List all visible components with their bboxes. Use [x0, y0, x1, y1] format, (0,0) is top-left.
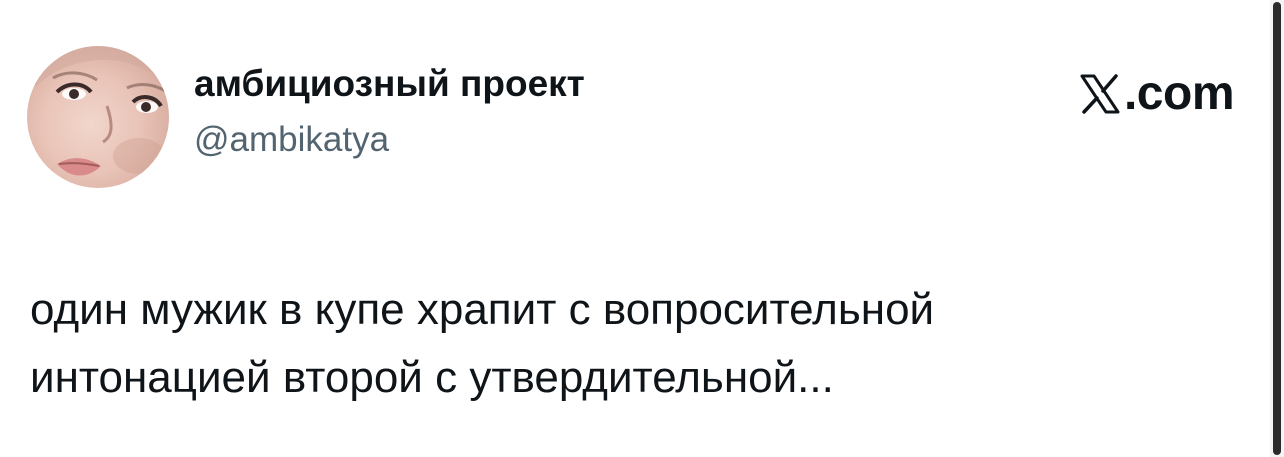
user-avatar-photo [27, 46, 169, 176]
tweet-card: амбициозный проект @ambikatya .com один … [0, 0, 1284, 457]
scrollbar[interactable] [1270, 0, 1284, 457]
avatar[interactable] [27, 46, 169, 188]
brand-domain: .com [1123, 67, 1235, 120]
brand-logo: .com [1078, 66, 1235, 122]
x-logo-icon [1080, 74, 1120, 114]
tweet-author: амбициозный проект @ambikatya [194, 62, 585, 160]
scrollbar-thumb[interactable] [1273, 2, 1281, 455]
display-name[interactable]: амбициозный проект [194, 62, 585, 106]
user-handle[interactable]: @ambikatya [194, 120, 585, 160]
tweet-text: один мужик в купе храпит с вопросительно… [30, 285, 935, 402]
